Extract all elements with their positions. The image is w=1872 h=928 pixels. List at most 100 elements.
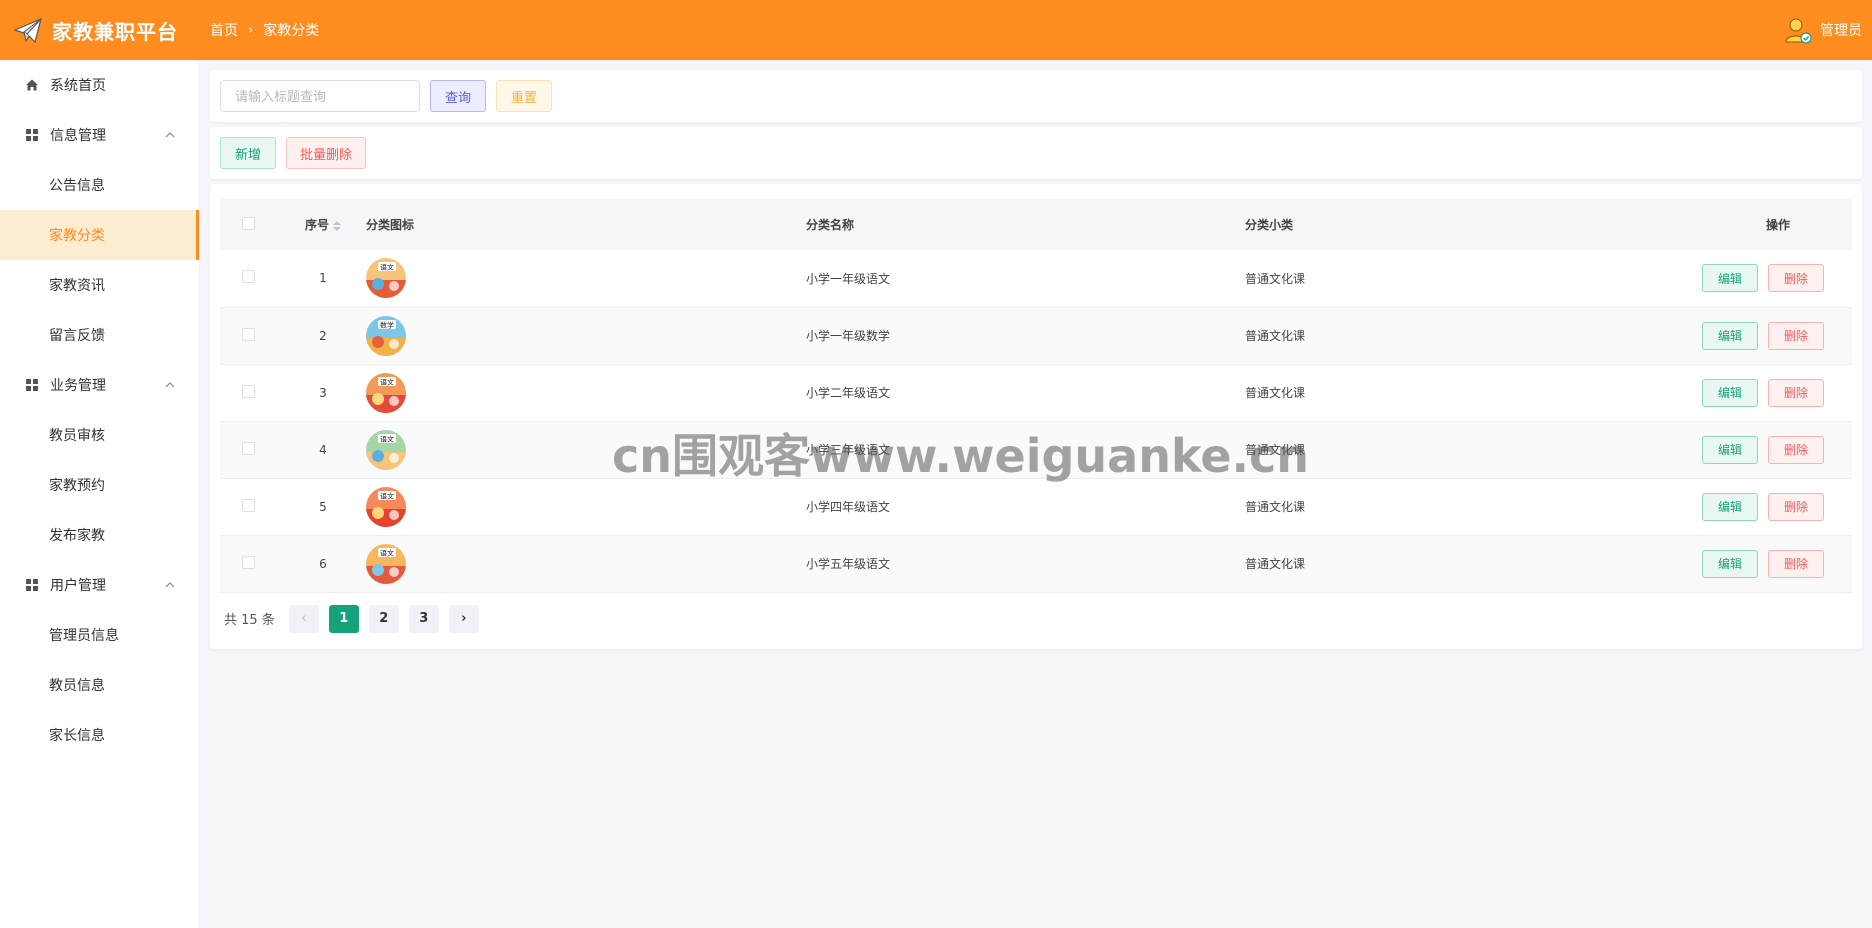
thumbnail-text: 语文 — [380, 434, 394, 443]
delete-button[interactable]: 删除 — [1768, 321, 1824, 350]
category-thumbnail-image: 数学 — [366, 315, 406, 356]
row-name: 小学四年级语文 — [806, 500, 891, 514]
sidebar-item-notice[interactable]: 公告信息 — [0, 160, 199, 210]
thumbnail-text: 语文 — [380, 548, 394, 557]
select-all-cell — [220, 199, 280, 250]
sidebar-item-admin-info[interactable]: 管理员信息 — [0, 610, 199, 660]
row-select-cell — [220, 307, 280, 364]
search-input[interactable] — [220, 80, 420, 112]
table-row: 4 语文 小学三年级语文 普通文化课 编辑 删除 — [220, 421, 1852, 478]
query-button[interactable]: 查询 — [430, 80, 486, 112]
grid-icon — [24, 127, 40, 143]
row-checkbox[interactable] — [242, 555, 255, 569]
sidebar-group-info[interactable]: 信息管理 — [0, 110, 199, 160]
row-sub: 普通文化课 — [1245, 271, 1306, 286]
sidebar-item-label: 系统首页 — [50, 78, 106, 94]
sidebar-group-business[interactable]: 业务管理 — [0, 360, 199, 410]
column-header-name: 分类名称 — [806, 218, 855, 232]
edit-button[interactable]: 编辑 — [1702, 321, 1758, 350]
top-header: 家教兼职平台 首页 › 家教分类 管理员 — [0, 0, 1872, 60]
delete-button[interactable]: 删除 — [1768, 264, 1824, 293]
row-ops: 编辑 删除 — [1602, 364, 1852, 421]
sidebar-item-teacher-info[interactable]: 教员信息 — [0, 660, 199, 710]
sidebar-item-tutor-category[interactable]: 家教分类 — [0, 210, 199, 260]
thumbnail-text: 数学 — [380, 320, 394, 329]
chevron-up-icon — [163, 128, 177, 142]
sidebar-group-label: 业务管理 — [50, 378, 106, 394]
select-all-checkbox[interactable] — [242, 216, 255, 230]
sidebar-group-users[interactable]: 用户管理 — [0, 560, 199, 610]
sidebar-item-parent-info[interactable]: 家长信息 — [0, 710, 199, 760]
edit-button[interactable]: 编辑 — [1702, 492, 1758, 521]
row-index: 2 — [319, 328, 327, 343]
thumbnail-text: 语文 — [380, 377, 394, 386]
add-button[interactable]: 新增 — [220, 137, 276, 169]
user-name: 管理员 — [1820, 23, 1862, 39]
row-sub: 普通文化课 — [1245, 557, 1306, 571]
sort-icon[interactable] — [333, 220, 341, 231]
app-title: 家教兼职平台 — [52, 19, 178, 44]
row-checkbox[interactable] — [242, 384, 255, 398]
edit-button[interactable]: 编辑 — [1702, 549, 1758, 578]
delete-button[interactable]: 删除 — [1768, 435, 1824, 464]
breadcrumb-home[interactable]: 首页 — [210, 20, 238, 40]
row-checkbox[interactable] — [242, 498, 255, 512]
row-sub: 普通文化课 — [1245, 329, 1306, 343]
row-ops: 编辑 删除 — [1602, 250, 1852, 307]
prev-page-button[interactable]: ‹ — [288, 604, 319, 633]
batch-delete-button[interactable]: 批量删除 — [286, 137, 366, 169]
category-thumbnail-image: 语文 — [366, 372, 406, 413]
reset-button[interactable]: 重置 — [496, 80, 552, 112]
row-index: 5 — [319, 499, 327, 514]
column-header-icon: 分类图标 — [366, 218, 415, 232]
column-header-ops: 操作 — [1765, 218, 1790, 232]
sidebar: 系统首页 信息管理 公告信息 家教分类 家教资讯 留言反馈 业务管理 教员审核 … — [0, 60, 200, 928]
category-table: 序号 分类图标 分类名称 分类小类 操作 1 语文 小学一年级语文 普通文化课 编辑 删除… — [220, 199, 1852, 593]
sidebar-item-home[interactable]: 系统首页 — [0, 60, 199, 110]
sidebar-item-teacher-review[interactable]: 教员审核 — [0, 410, 199, 460]
user-avatar-icon — [1782, 14, 1814, 46]
row-checkbox[interactable] — [242, 327, 255, 341]
row-ops: 编辑 删除 — [1602, 421, 1852, 478]
row-sub: 普通文化课 — [1245, 443, 1306, 457]
sidebar-item-tutor-news[interactable]: 家教资讯 — [0, 260, 199, 310]
row-select-cell — [220, 364, 280, 421]
delete-button[interactable]: 删除 — [1768, 549, 1824, 578]
delete-button[interactable]: 删除 — [1768, 492, 1824, 521]
sidebar-group-label: 用户管理 — [50, 578, 106, 594]
edit-button[interactable]: 编辑 — [1702, 435, 1758, 464]
search-panel: 查询 重置 — [210, 70, 1862, 122]
table-row: 5 语文小学四年级语文 普通文化课 编辑 删除 — [220, 478, 1852, 535]
edit-button[interactable]: 编辑 — [1702, 378, 1758, 407]
sidebar-item-publish-tutor[interactable]: 发布家教 — [0, 510, 199, 560]
row-index: 4 — [319, 442, 327, 457]
row-select-cell — [220, 478, 280, 535]
row-icon-cell: 语文 — [366, 478, 806, 535]
column-header-index[interactable]: 序号 — [280, 199, 366, 250]
logo[interactable]: 家教兼职平台 — [0, 14, 200, 46]
delete-button[interactable]: 删除 — [1768, 378, 1824, 407]
sidebar-item-feedback[interactable]: 留言反馈 — [0, 310, 199, 360]
sidebar-item-tutor-booking[interactable]: 家教预约 — [0, 460, 199, 510]
row-name: 小学二年级语文 — [806, 386, 891, 400]
row-checkbox[interactable] — [242, 270, 255, 284]
next-page-button[interactable]: › — [448, 604, 479, 633]
page-button-3[interactable]: 3 — [408, 604, 439, 633]
table-row: 3 语文 小学二年级语文 普通文化课 编辑 删除 — [220, 364, 1852, 421]
table-header-row: 序号 分类图标 分类名称 分类小类 操作 — [220, 199, 1852, 250]
page-button-1[interactable]: 1 — [328, 604, 359, 633]
page-button-2[interactable]: 2 — [368, 604, 399, 633]
thumbnail-text: 语文 — [380, 491, 394, 500]
user-menu[interactable]: 管理员 — [1782, 0, 1862, 60]
row-checkbox[interactable] — [242, 441, 255, 455]
table-panel: 序号 分类图标 分类名称 分类小类 操作 1 语文 小学一年级语文 普通文化课 编辑 删除… — [210, 184, 1862, 649]
row-icon-cell: 数学 — [366, 307, 806, 364]
row-name: 小学一年级语文 — [806, 271, 891, 286]
paper-plane-icon — [12, 14, 44, 46]
row-select-cell — [220, 535, 280, 592]
row-ops: 编辑 删除 — [1602, 307, 1852, 364]
grid-icon — [24, 577, 40, 593]
row-sub: 普通文化课 — [1245, 500, 1306, 514]
edit-button[interactable]: 编辑 — [1702, 264, 1758, 293]
row-icon-cell: 语文 — [366, 421, 806, 478]
